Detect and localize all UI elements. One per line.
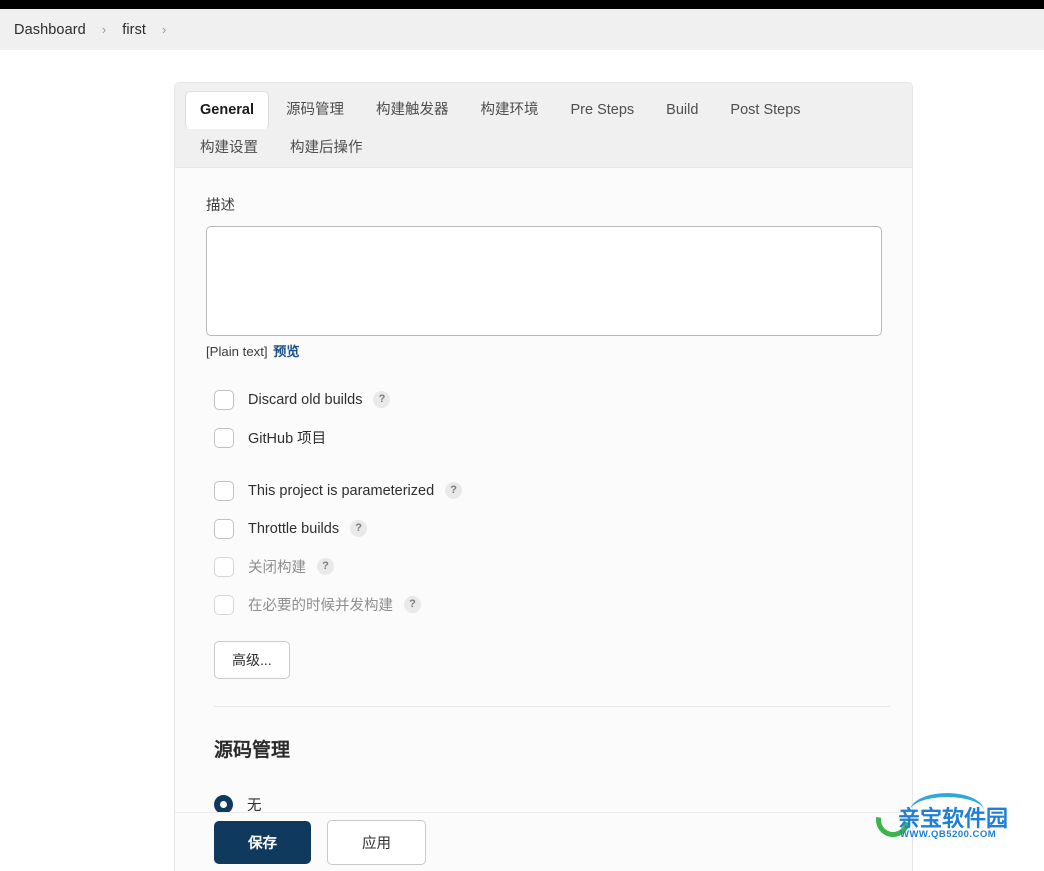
general-options-group: Discard old builds ? GitHub 项目 This proj… (206, 384, 882, 620)
description-label: 描述 (206, 198, 235, 214)
checkbox-row-discard-old-builds[interactable]: Discard old builds ? (206, 384, 882, 415)
advanced-button[interactable]: 高级... (214, 641, 290, 679)
source-management-heading: 源码管理 (214, 740, 291, 761)
breadcrumb-item-first[interactable]: first (122, 22, 146, 38)
config-tab-bar: General 源码管理 构建触发器 构建环境 Pre Steps Build … (175, 83, 912, 168)
breadcrumb: Dashboard › first › (0, 9, 1044, 50)
checkbox-row-throttle-builds[interactable]: Throttle builds ? (206, 513, 882, 544)
help-icon[interactable]: ? (373, 391, 391, 408)
form-action-bar: 保存 应用 (175, 812, 912, 871)
tab-source-management[interactable]: 源码管理 (271, 91, 359, 129)
description-input[interactable] (206, 226, 882, 336)
checkbox-label-parameterized: This project is parameterized (248, 482, 435, 499)
checkbox-label-concurrent-builds: 在必要的时候并发构建 (248, 598, 393, 614)
top-black-bar (0, 0, 1044, 9)
general-form-body: 描述 [Plain text] 预览 Discard old builds ? … (175, 168, 912, 814)
checkbox-concurrent-builds[interactable] (214, 594, 234, 615)
checkbox-row-github-project[interactable]: GitHub 项目 (206, 422, 882, 453)
help-icon[interactable]: ? (404, 596, 421, 613)
help-icon[interactable]: ? (350, 520, 368, 537)
tab-build-triggers[interactable]: 构建触发器 (361, 91, 464, 129)
tab-build-environment[interactable]: 构建环境 (466, 91, 554, 129)
checkbox-discard-old-builds[interactable] (214, 389, 234, 410)
checkbox-label-disable-build: 关闭构建 (248, 560, 306, 576)
help-icon[interactable]: ? (317, 558, 334, 575)
breadcrumb-separator-icon: › (101, 22, 107, 37)
checkbox-row-concurrent-builds[interactable]: 在必要的时候并发构建 ? (206, 589, 882, 620)
checkbox-disable-build[interactable] (214, 556, 234, 577)
description-preview-link[interactable]: 预览 (273, 344, 299, 359)
tab-pre-steps[interactable]: Pre Steps (556, 91, 650, 129)
breadcrumb-item-dashboard[interactable]: Dashboard (14, 22, 86, 38)
checkbox-row-disable-build[interactable]: 关闭构建 ? (206, 551, 882, 582)
tab-post-steps[interactable]: Post Steps (715, 91, 815, 129)
tab-general[interactable]: General (185, 91, 269, 129)
apply-button[interactable]: 应用 (327, 819, 426, 865)
checkbox-label-github-project: GitHub 项目 (248, 431, 327, 447)
checkbox-github-project[interactable] (214, 427, 234, 448)
checkbox-label-throttle-builds: Throttle builds (248, 520, 340, 537)
checkbox-parameterized[interactable] (214, 480, 234, 501)
job-configuration-panel: General 源码管理 构建触发器 构建环境 Pre Steps Build … (174, 82, 913, 871)
help-icon[interactable]: ? (445, 482, 463, 499)
plain-text-note: [Plain text] (206, 344, 268, 359)
breadcrumb-separator-icon: › (162, 22, 167, 37)
tab-build-settings[interactable]: 构建设置 (185, 129, 273, 167)
page-canvas: General 源码管理 构建触发器 构建环境 Pre Steps Build … (0, 50, 1044, 871)
tab-post-build-actions[interactable]: 构建后操作 (275, 129, 378, 167)
checkbox-throttle-builds[interactable] (214, 518, 234, 539)
checkbox-row-parameterized[interactable]: This project is parameterized ? (206, 475, 882, 506)
description-format-row: [Plain text] 预览 (206, 341, 882, 360)
section-divider (214, 706, 890, 707)
tab-build[interactable]: Build (651, 91, 713, 129)
save-button[interactable]: 保存 (214, 820, 311, 864)
checkbox-label-discard-old-builds: Discard old builds (248, 391, 363, 408)
